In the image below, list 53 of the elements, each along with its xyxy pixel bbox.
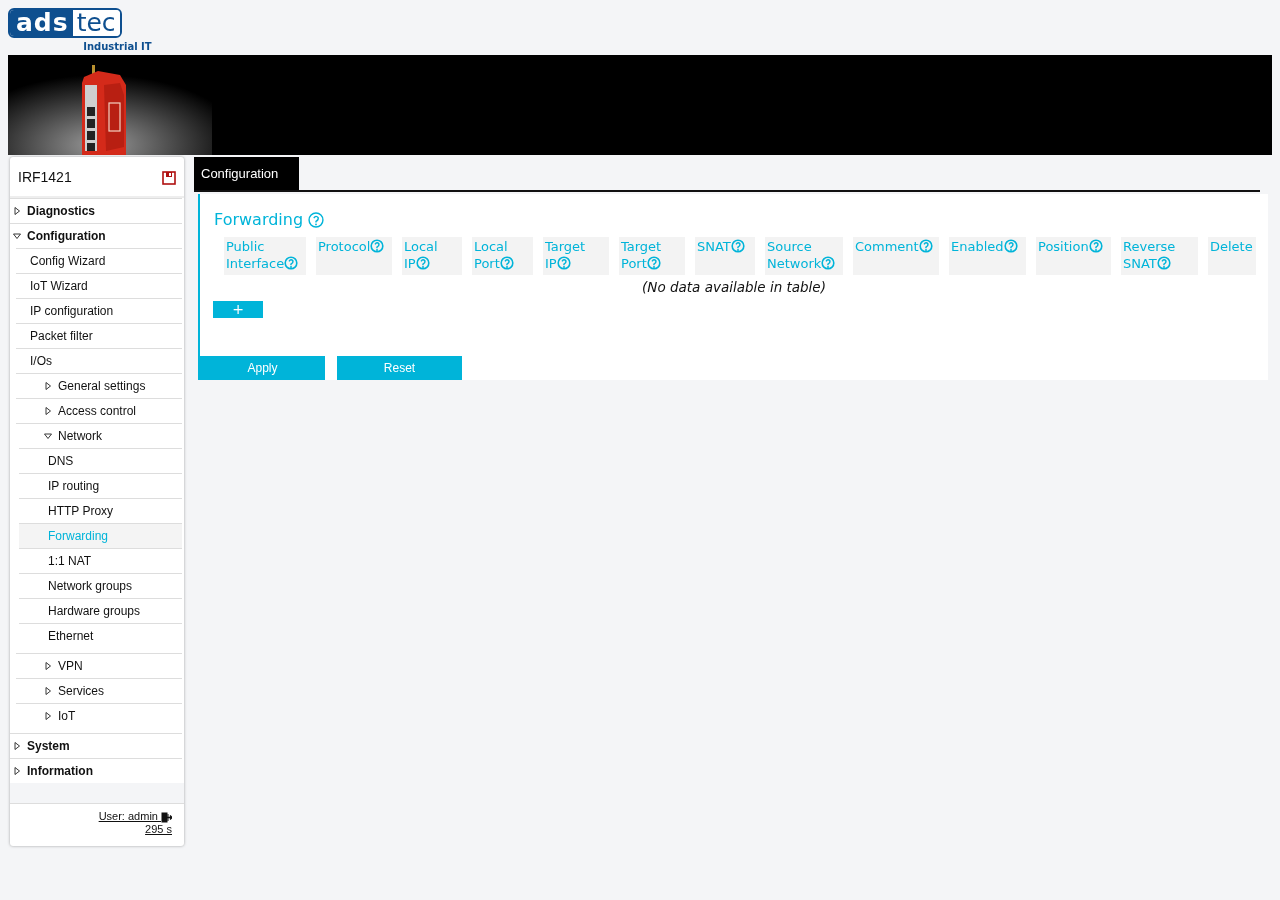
sidebar-item[interactable]: VPN [16,653,182,678]
sidebar-item[interactable]: IP configuration [16,298,182,323]
triangle-icon [44,687,52,695]
help-icon [499,255,514,270]
triangle-icon [44,407,52,415]
logo-tagline: Industrial IT [83,41,152,53]
empty-table-message: (No data available in table) [641,277,827,297]
triangle-icon [44,432,52,440]
sidebar-item[interactable]: Network groups [19,573,182,598]
sidebar-item[interactable]: IoT [16,703,182,728]
section-title: Forwarding [214,208,304,231]
sidebar-item[interactable]: Ethernet [19,623,182,648]
help-icon [1088,238,1103,253]
help-icon [918,238,933,253]
help-icon [646,255,661,270]
sidebar-item[interactable]: IoT Wizard [16,273,182,298]
sidebar-item[interactable]: System [10,733,182,758]
save-icon [162,170,176,185]
sidebar-item[interactable]: Hardware groups [19,598,182,623]
session-timer[interactable]: 295 s [145,823,172,835]
sidebar-item[interactable]: Diagnostics [10,198,182,223]
help-icon [556,255,571,270]
sidebar-item[interactable]: 1:1 NAT [19,548,182,573]
triangle-icon [13,742,21,750]
logo: ads tec [8,8,122,38]
logout-icon [161,811,172,823]
triangle-icon [13,232,21,240]
help-icon [284,255,299,270]
help-icon [370,238,385,253]
triangle-icon [44,662,52,670]
sidebar-item[interactable]: Access control [16,398,182,423]
tab[interactable]: Configuration [194,157,300,190]
help-icon [730,238,745,253]
sidebar-item[interactable]: Config Wizard [16,248,182,273]
help-icon [308,211,325,228]
sidebar-item[interactable]: General settings [16,373,182,398]
help-icon [1003,238,1018,253]
sidebar-item[interactable]: IP routing [19,473,182,498]
sidebar-item[interactable]: I/Os [16,348,182,373]
sidebar-item[interactable]: Network [16,423,182,448]
sidebar-item[interactable]: Configuration [10,223,182,248]
sidebar-item[interactable]: DNS [19,448,182,473]
help-icon [415,255,430,270]
triangle-icon [44,382,52,390]
help-icon [1156,255,1171,270]
help-icon [821,255,836,270]
triangle-icon [13,767,21,775]
sidebar-item[interactable]: Packet filter [16,323,182,348]
device-name: IRF1421 [18,168,72,187]
triangle-icon [44,712,52,720]
triangle-icon [13,207,21,215]
sidebar-item[interactable]: Services [16,678,182,703]
user-link[interactable]: User: admin [98,810,172,822]
